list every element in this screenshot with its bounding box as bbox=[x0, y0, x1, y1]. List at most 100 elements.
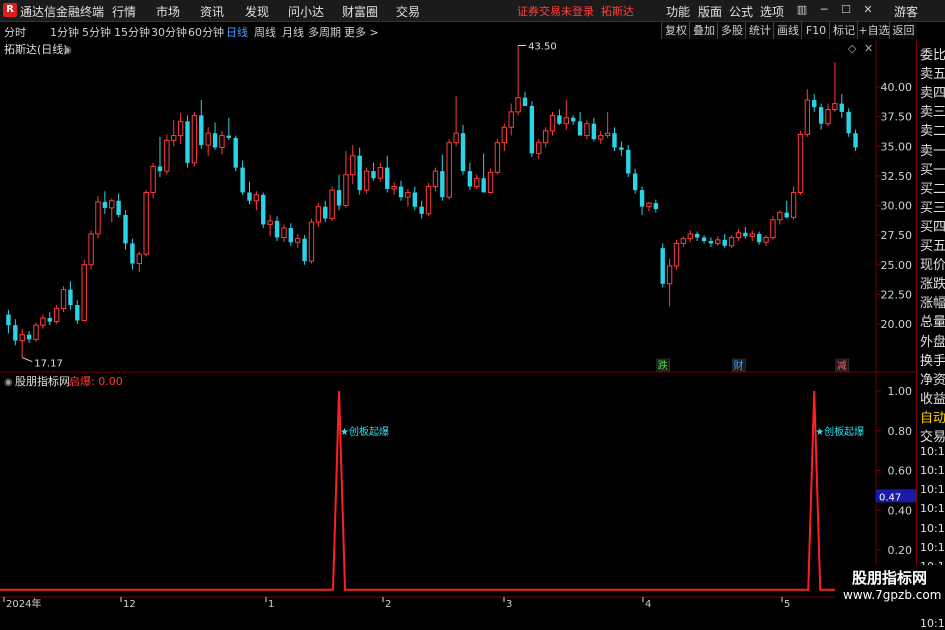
sidebar-item[interactable]: 涨跌 bbox=[920, 273, 945, 292]
kline-background bbox=[0, 40, 916, 373]
menu-market-quotes[interactable]: 行情 bbox=[112, 3, 136, 20]
guest-account[interactable]: 游客 bbox=[894, 3, 918, 20]
kline-option-icon[interactable]: ◇ bbox=[848, 42, 857, 55]
candle-body-up bbox=[494, 142, 501, 173]
menu-trade[interactable]: 交易 bbox=[396, 3, 420, 20]
sidebar-item[interactable]: 买三 bbox=[920, 197, 945, 216]
menu-market[interactable]: 市场 bbox=[156, 3, 180, 20]
period-30min[interactable]: 30分钟 bbox=[151, 24, 187, 40]
period-15min[interactable]: 15分钟 bbox=[114, 24, 150, 40]
sidebar-item[interactable]: 10:18 bbox=[920, 483, 945, 496]
candle-body-up bbox=[164, 139, 170, 172]
add-watchlist-button[interactable]: +自选 bbox=[857, 22, 890, 39]
draw-line-button[interactable]: 画线 bbox=[773, 22, 802, 39]
candle-body-down bbox=[660, 248, 665, 284]
candle-body-down bbox=[261, 194, 266, 225]
sidebar-item[interactable]: 委比 bbox=[920, 44, 945, 63]
sidebar-item[interactable]: 涨幅 bbox=[920, 292, 945, 311]
period-multi[interactable]: 多周期 bbox=[308, 24, 341, 40]
close-icon[interactable]: ✕ bbox=[860, 2, 876, 18]
stats-button[interactable]: 统计 bbox=[745, 22, 774, 39]
sidebar-item[interactable]: 10:18 bbox=[920, 445, 945, 458]
sidebar-item[interactable]: 10:18 bbox=[920, 522, 945, 535]
menu-layout[interactable]: 版面 bbox=[698, 3, 722, 20]
sidebar-item[interactable]: 买二 bbox=[920, 178, 945, 197]
menu-function[interactable]: 功能 bbox=[666, 3, 690, 20]
sidebar-item[interactable]: 收益 bbox=[920, 388, 945, 407]
period-60min[interactable]: 60分钟 bbox=[188, 24, 224, 40]
menu-options[interactable]: 选项 bbox=[760, 3, 784, 20]
period-daily[interactable]: 日线 bbox=[226, 24, 248, 40]
sidebar-item[interactable]: 10:18 bbox=[920, 502, 945, 515]
candle-body-up bbox=[329, 189, 335, 220]
indicator-chart[interactable]: ◉ 股朋指标网 启爆: 0.00 1.00 0.80 0.60 0.40 0.20 0.47 ★创… bbox=[0, 373, 916, 609]
overlay-button[interactable]: 叠加 bbox=[689, 22, 718, 39]
sidebar-item[interactable]: 净资 bbox=[920, 369, 945, 388]
price-tick-label: 27.50 bbox=[881, 229, 913, 242]
indicator-tick-label: 0.40 bbox=[888, 504, 913, 517]
sidebar-item[interactable]: 卖五 bbox=[920, 63, 945, 82]
candle-body-up bbox=[749, 233, 755, 237]
multi-stock-button[interactable]: 多股 bbox=[717, 22, 746, 39]
period-1min[interactable]: 1分钟 bbox=[50, 24, 79, 40]
sidebar-item[interactable]: 外盘 bbox=[920, 331, 945, 350]
back-button[interactable]: 返回 bbox=[889, 22, 917, 39]
candle-body-up bbox=[150, 165, 156, 193]
kline-chart[interactable]: 拓斯达(日线)◉ ◇ ✕ 40.00 37.50 35.00 32.50 30.00 27.50… bbox=[0, 40, 916, 373]
sidebar-item[interactable]: 自动 bbox=[920, 407, 945, 426]
candle-body-up bbox=[253, 194, 260, 202]
menu-discover[interactable]: 发现 bbox=[245, 3, 269, 20]
maximize-icon[interactable]: ☐ bbox=[838, 2, 854, 18]
minimize-icon[interactable]: ─ bbox=[816, 2, 832, 18]
sidebar-item[interactable]: 买五 bbox=[920, 235, 945, 254]
indicator-settings-icon[interactable]: ◉ bbox=[4, 377, 13, 388]
sidebar-item[interactable]: 买四 bbox=[920, 216, 945, 235]
period-weekly[interactable]: 周线 bbox=[254, 24, 276, 40]
login-warning[interactable]: 证券交易未登录 拓斯达 bbox=[517, 3, 634, 19]
candle-body-up bbox=[315, 206, 322, 223]
candle-body-up bbox=[377, 167, 384, 179]
candle-body-down bbox=[784, 212, 789, 218]
event-marker-label[interactable]: 减 bbox=[837, 360, 847, 372]
candle-body-up bbox=[432, 170, 439, 188]
kline-settings-icon[interactable]: ◉ bbox=[63, 45, 72, 56]
sidebar-item[interactable]: 卖一 bbox=[920, 140, 945, 159]
candle-body-down bbox=[13, 325, 18, 341]
sidebar-item[interactable]: 总量 bbox=[920, 311, 945, 330]
menu-ask-xiaoda[interactable]: 问小达 bbox=[288, 3, 324, 20]
f10-button[interactable]: F10 bbox=[801, 22, 830, 39]
menu-formula[interactable]: 公式 bbox=[729, 3, 753, 20]
sidebar-item[interactable]: 10:18 bbox=[920, 541, 945, 554]
sidebar-item[interactable]: 卖二 bbox=[920, 120, 945, 139]
period-intraday[interactable]: 分时 bbox=[4, 24, 26, 40]
indicator-tick-label: 0.80 bbox=[888, 425, 913, 438]
adjust-button[interactable]: 复权 bbox=[661, 22, 690, 39]
period-5min[interactable]: 5分钟 bbox=[82, 24, 111, 40]
event-marker-label[interactable]: 财 bbox=[733, 359, 743, 372]
sidebar-item[interactable]: 现价 bbox=[920, 254, 945, 273]
sidebar-item[interactable]: 换手 bbox=[920, 350, 945, 369]
sidebar-item[interactable]: 10:18 bbox=[920, 464, 945, 477]
candle-body-down bbox=[75, 305, 80, 321]
menu-wealth-circle[interactable]: 财富圈 bbox=[342, 3, 378, 20]
sidebar-item[interactable]: 卖四 bbox=[920, 82, 945, 101]
sidebar-item[interactable]: 卖三 bbox=[920, 101, 945, 120]
stock-name-title: 拓斯达 bbox=[601, 5, 634, 18]
candle-body-up bbox=[95, 201, 101, 235]
candle-body-down bbox=[756, 233, 762, 243]
kline-close-icon[interactable]: ✕ bbox=[864, 42, 873, 55]
menu-news[interactable]: 资讯 bbox=[200, 3, 224, 20]
sidebar-item[interactable]: 买一 bbox=[920, 159, 945, 178]
indicator-tick-label: 0.60 bbox=[888, 465, 913, 478]
sidebar-item[interactable]: 交易 bbox=[920, 426, 945, 445]
chart-icon[interactable]: ▥ bbox=[794, 2, 810, 18]
candle-body-down bbox=[481, 178, 486, 193]
candle-body-down bbox=[26, 334, 32, 340]
sidebar-item[interactable]: 10:18 bbox=[920, 617, 945, 630]
period-monthly[interactable]: 月线 bbox=[282, 24, 304, 40]
period-more[interactable]: 更多 > bbox=[344, 24, 379, 40]
candle-body-up bbox=[405, 191, 411, 198]
price-tick-label: 20.00 bbox=[881, 318, 913, 331]
event-marker-label[interactable]: 跌 bbox=[658, 359, 668, 372]
mark-button[interactable]: 标记 bbox=[829, 22, 858, 39]
